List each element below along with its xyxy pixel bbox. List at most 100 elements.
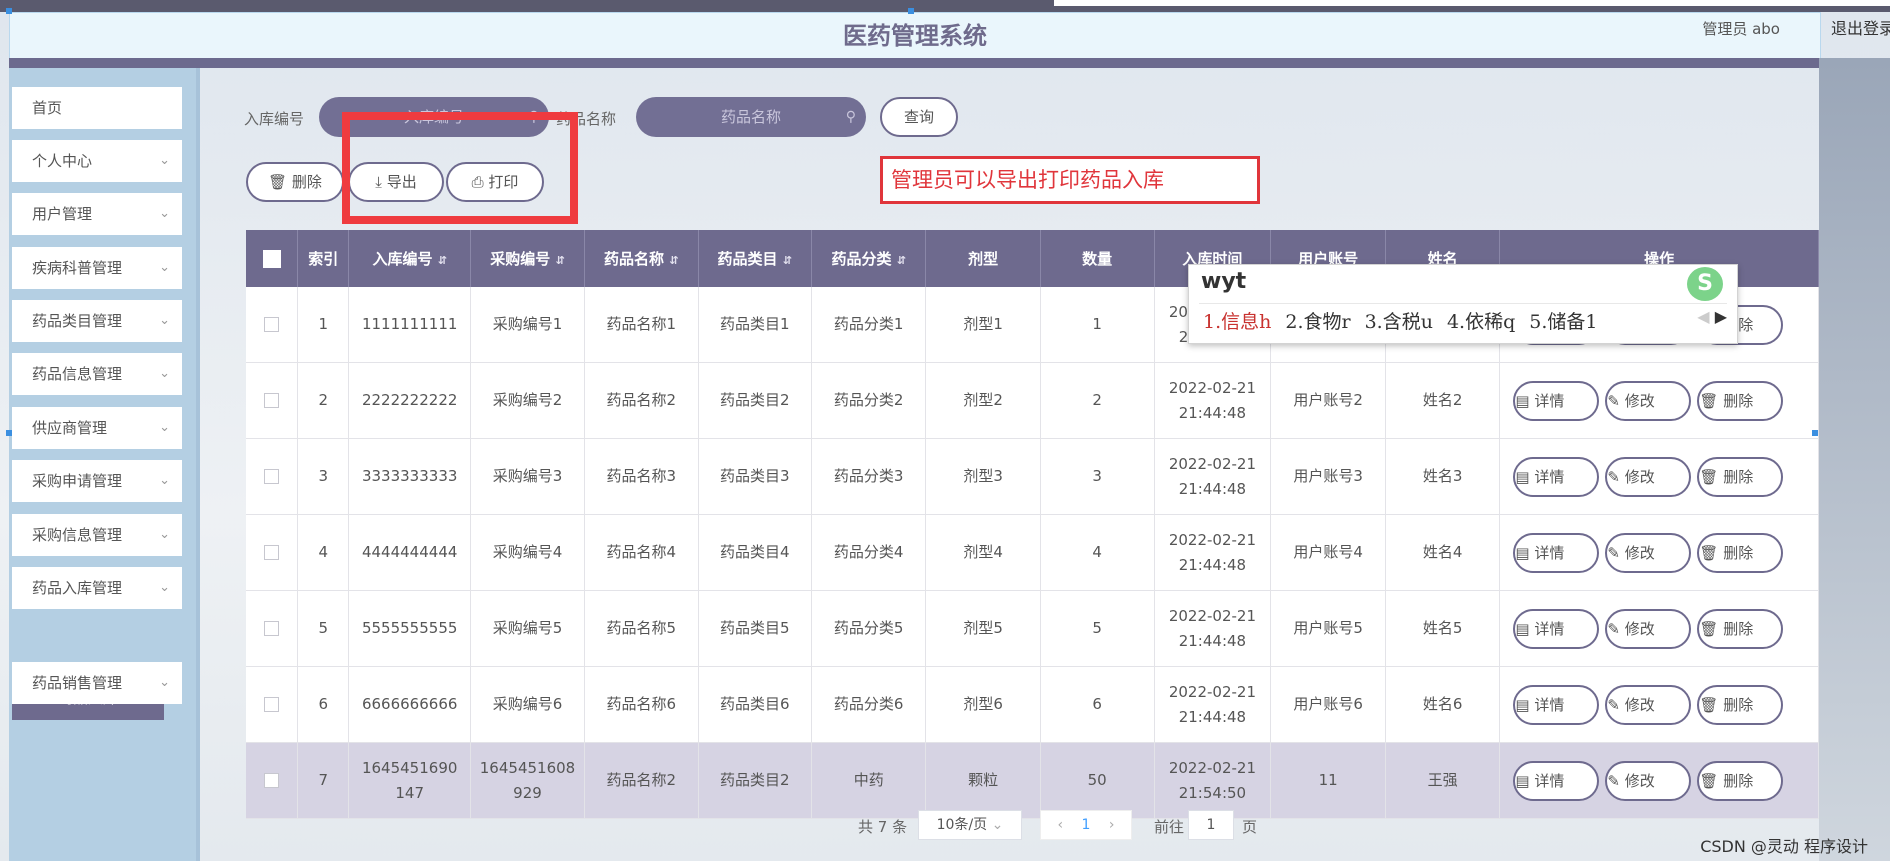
detail-button[interactable]: ▤ 详情	[1513, 684, 1600, 725]
sort-icon[interactable]: ⇵	[669, 254, 678, 267]
table-row[interactable]: 6 6666666666 采购编号6 药品名称6 药品类目6 药品分类6 剂型6 6 2022-…	[246, 666, 1819, 743]
cell-date-time: 21:44:48	[1178, 631, 1247, 650]
col-drug-name[interactable]: 药品名称 ⇵	[584, 230, 699, 287]
ime-candidate[interactable]: 2.食物r	[1285, 311, 1350, 333]
chevron-down-icon: ⌄	[159, 675, 170, 690]
row-select-cell[interactable]	[246, 438, 299, 515]
row-select-cell[interactable]	[246, 362, 299, 439]
row-checkbox[interactable]	[264, 393, 280, 408]
cell-drug-class: 药品分类4	[811, 514, 927, 591]
cell-date: 2022-02-21 21:54:50	[1154, 742, 1272, 819]
col-qty[interactable]: 数量	[1040, 230, 1155, 287]
sidebar-item-supplier[interactable]: 供应商管理 ⌄	[12, 407, 182, 449]
sidebar-item-disease[interactable]: 疾病科普管理 ⌄	[12, 247, 182, 289]
detail-button[interactable]: ▤ 详情	[1513, 760, 1600, 801]
delete-button[interactable]: 🗑 删除	[1697, 684, 1784, 725]
drug-name-search-input[interactable]: 药品名称 ⚲	[636, 97, 866, 137]
query-button[interactable]: 查询	[880, 97, 958, 137]
goto-page-input[interactable]: 1	[1188, 810, 1234, 840]
table-row[interactable]: 4 4444444444 采购编号4 药品名称4 药品类目4 药品分类4 剂型4 4 2022-…	[246, 514, 1819, 591]
delete-button[interactable]: 🗑 删除	[1697, 456, 1784, 497]
sidebar-item-home[interactable]: 首页	[12, 87, 182, 129]
detail-label: 详情	[1534, 619, 1565, 638]
delete-button[interactable]: 🗑 删除	[1697, 608, 1784, 649]
sidebar-item-drug-info[interactable]: 药品信息管理 ⌄	[12, 353, 182, 395]
sidebar-item-purchase-request[interactable]: 采购申请管理 ⌄	[12, 460, 182, 502]
chevron-left-icon[interactable]: ‹	[1057, 817, 1063, 833]
sidebar-item-users[interactable]: 用户管理 ⌄	[12, 193, 182, 235]
cell-stock-no: 6666666666	[348, 666, 471, 743]
sidebar-item-drug-category[interactable]: 药品类目管理 ⌄	[12, 300, 182, 342]
edit-button[interactable]: ✎ 修改	[1605, 532, 1692, 573]
cell-form: 剂型1	[925, 287, 1041, 363]
cell-drug-name: 药品名称4	[584, 514, 699, 591]
delete-button[interactable]: 🗑 删除	[1697, 532, 1784, 573]
detail-button[interactable]: ▤ 详情	[1513, 380, 1600, 421]
chevron-right-icon[interactable]: ›	[1109, 817, 1115, 833]
app-title: 医药管理系统	[843, 22, 987, 50]
sidebar-item-sales[interactable]: 药品销售管理 ⌄	[12, 662, 182, 704]
row-select-cell[interactable]	[246, 514, 299, 591]
sort-icon[interactable]: ⇵	[897, 254, 906, 267]
cell-index: 5	[297, 590, 350, 667]
select-all-cell[interactable]	[246, 230, 299, 287]
document-icon: ▤	[1515, 619, 1530, 638]
col-stock-no[interactable]: 入库编号 ⇵	[348, 230, 471, 287]
row-checkbox[interactable]	[264, 317, 280, 332]
sidebar-item-stock-in[interactable]: 药品入库管理 ⌄	[12, 567, 182, 609]
page-size-select[interactable]: 10条/页 ⌄	[918, 810, 1022, 840]
row-checkbox[interactable]	[264, 697, 280, 712]
col-purchase-no[interactable]: 采购编号 ⇵	[470, 230, 586, 287]
chevron-down-icon: ⌄	[159, 473, 170, 488]
sort-icon[interactable]: ⇵	[438, 254, 447, 267]
sidebar-item-profile[interactable]: 个人中心 ⌄	[12, 140, 182, 182]
col-drug-class[interactable]: 药品分类 ⇵	[811, 230, 927, 287]
chevron-right-icon[interactable]: ▶	[1715, 307, 1727, 326]
delete-button[interactable]: 🗑 删除	[1697, 760, 1784, 801]
cell-drug-category: 药品类目6	[698, 666, 812, 743]
logout-link[interactable]: 退出登录	[1831, 13, 1890, 45]
col-form[interactable]: 剂型	[925, 230, 1041, 287]
edit-label: 修改	[1624, 391, 1655, 410]
row-select-cell[interactable]	[246, 590, 299, 667]
edit-button[interactable]: ✎ 修改	[1605, 456, 1692, 497]
edit-button[interactable]: ✎ 修改	[1605, 380, 1692, 421]
detail-button[interactable]: ▤ 详情	[1513, 532, 1600, 573]
ime-candidate[interactable]: 1.信息h	[1203, 311, 1271, 333]
row-checkbox[interactable]	[264, 469, 280, 484]
cell-drug-class: 药品分类6	[811, 666, 927, 743]
cell-drug-name: 药品名称2	[584, 742, 699, 819]
ime-page-arrows[interactable]: ◀ ▶	[1697, 307, 1727, 326]
highlight-box	[342, 112, 578, 224]
row-checkbox[interactable]	[264, 545, 280, 560]
cell-index: 7	[297, 742, 350, 819]
edit-button[interactable]: ✎ 修改	[1605, 684, 1692, 725]
col-drug-category[interactable]: 药品类目 ⇵	[698, 230, 812, 287]
edit-button[interactable]: ✎ 修改	[1605, 760, 1692, 801]
bulk-delete-button[interactable]: 🗑 删除	[246, 162, 344, 202]
selection-handle	[6, 8, 12, 14]
ime-candidate[interactable]: 3.含税u	[1365, 311, 1433, 333]
ime-candidate[interactable]: 5.储备1	[1529, 311, 1597, 333]
ime-candidate[interactable]: 4.依稀q	[1447, 311, 1515, 333]
row-checkbox[interactable]	[264, 621, 280, 636]
current-page[interactable]: 1	[1082, 817, 1091, 833]
detail-button[interactable]: ▤ 详情	[1513, 456, 1600, 497]
sort-icon[interactable]: ⇵	[556, 254, 565, 267]
edit-button[interactable]: ✎ 修改	[1605, 608, 1692, 649]
row-select-cell[interactable]	[246, 742, 299, 819]
row-select-cell[interactable]	[246, 287, 299, 363]
row-checkbox[interactable]	[264, 773, 280, 788]
select-all-checkbox[interactable]	[262, 249, 281, 268]
table-row[interactable]: 5 5555555555 采购编号5 药品名称5 药品类目5 药品分类5 剂型5 5 2022-…	[246, 590, 1819, 667]
delete-button[interactable]: 🗑 删除	[1697, 380, 1784, 421]
table-row[interactable]: 2 2222222222 采购编号2 药品名称2 药品类目2 药品分类2 剂型2 2 2022-…	[246, 362, 1819, 439]
table-row[interactable]: 7 1645451690147 1645451608929 药品名称2 药品类目2 中药颗…	[246, 742, 1819, 819]
sort-icon[interactable]: ⇵	[783, 254, 792, 267]
row-select-cell[interactable]	[246, 666, 299, 743]
detail-button[interactable]: ▤ 详情	[1513, 608, 1600, 649]
table-row[interactable]: 3 3333333333 采购编号3 药品名称3 药品类目3 药品分类3 剂型3 3 2022-…	[246, 438, 1819, 515]
sidebar-item-purchase-info[interactable]: 采购信息管理 ⌄	[12, 514, 182, 556]
chevron-left-icon[interactable]: ◀	[1697, 307, 1709, 326]
trash-icon: 🗑	[1699, 771, 1719, 790]
